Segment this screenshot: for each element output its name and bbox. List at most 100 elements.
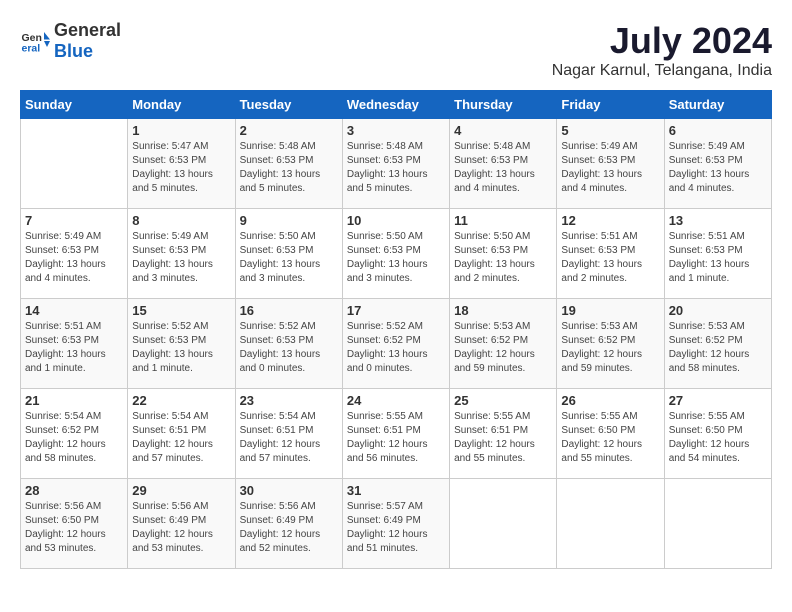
day-number: 9 <box>240 213 338 228</box>
calendar-week-row: 14Sunrise: 5:51 AM Sunset: 6:53 PM Dayli… <box>21 299 772 389</box>
day-number: 19 <box>561 303 659 318</box>
day-number: 17 <box>347 303 445 318</box>
day-number: 1 <box>132 123 230 138</box>
day-info: Sunrise: 5:48 AM Sunset: 6:53 PM Dayligh… <box>347 140 445 196</box>
svg-text:eral: eral <box>22 43 41 55</box>
day-info: Sunrise: 5:49 AM Sunset: 6:53 PM Dayligh… <box>561 140 659 196</box>
day-number: 26 <box>561 393 659 408</box>
day-number: 22 <box>132 393 230 408</box>
location-title: Nagar Karnul, Telangana, India <box>552 62 772 80</box>
day-number: 20 <box>669 303 767 318</box>
day-info: Sunrise: 5:50 AM Sunset: 6:53 PM Dayligh… <box>454 230 552 286</box>
calendar-cell <box>450 479 557 569</box>
logo-text: General Blue <box>54 20 121 62</box>
month-title: July 2024 <box>552 20 772 62</box>
day-number: 18 <box>454 303 552 318</box>
calendar-cell: 13Sunrise: 5:51 AM Sunset: 6:53 PM Dayli… <box>664 209 771 299</box>
day-info: Sunrise: 5:52 AM Sunset: 6:52 PM Dayligh… <box>347 320 445 376</box>
day-info: Sunrise: 5:54 AM Sunset: 6:51 PM Dayligh… <box>240 410 338 466</box>
day-info: Sunrise: 5:48 AM Sunset: 6:53 PM Dayligh… <box>240 140 338 196</box>
day-info: Sunrise: 5:47 AM Sunset: 6:53 PM Dayligh… <box>132 140 230 196</box>
calendar-cell: 30 Sunrise: 5:56 AM Sunset: 6:49 PM Dayli… <box>235 479 342 569</box>
calendar-cell: 14Sunrise: 5:51 AM Sunset: 6:53 PM Dayli… <box>21 299 128 389</box>
calendar-cell: 26Sunrise: 5:55 AM Sunset: 6:50 PM Dayli… <box>557 389 664 479</box>
day-number: 11 <box>454 213 552 228</box>
day-info: Sunrise: 5:53 AM Sunset: 6:52 PM Dayligh… <box>669 320 767 376</box>
weekday-header-monday: Monday <box>128 91 235 119</box>
calendar-cell <box>664 479 771 569</box>
day-number: 25 <box>454 393 552 408</box>
calendar-cell: 8 Sunrise: 5:49 AM Sunset: 6:53 PM Daylig… <box>128 209 235 299</box>
day-number: 3 <box>347 123 445 138</box>
day-info: Sunrise: 5:55 AM Sunset: 6:51 PM Dayligh… <box>347 410 445 466</box>
day-number: 27 <box>669 393 767 408</box>
day-number: 15 <box>132 303 230 318</box>
calendar-cell: 19 Sunrise: 5:53 AM Sunset: 6:52 PM Dayli… <box>557 299 664 389</box>
calendar-table: SundayMondayTuesdayWednesdayThursdayFrid… <box>20 90 772 569</box>
day-info: Sunrise: 5:52 AM Sunset: 6:53 PM Dayligh… <box>240 320 338 376</box>
day-info: Sunrise: 5:56 AM Sunset: 6:49 PM Dayligh… <box>240 500 338 556</box>
weekday-header-thursday: Thursday <box>450 91 557 119</box>
day-number: 23 <box>240 393 338 408</box>
calendar-week-row: 7Sunrise: 5:49 AM Sunset: 6:53 PM Daylig… <box>21 209 772 299</box>
logo-icon: Gen eral <box>20 26 50 56</box>
day-info: Sunrise: 5:51 AM Sunset: 6:53 PM Dayligh… <box>669 230 767 286</box>
day-number: 5 <box>561 123 659 138</box>
calendar-cell: 5 Sunrise: 5:49 AM Sunset: 6:53 PM Daylig… <box>557 119 664 209</box>
day-number: 31 <box>347 483 445 498</box>
calendar-cell: 1 Sunrise: 5:47 AM Sunset: 6:53 PM Daylig… <box>128 119 235 209</box>
day-info: Sunrise: 5:49 AM Sunset: 6:53 PM Dayligh… <box>132 230 230 286</box>
title-area: July 2024 Nagar Karnul, Telangana, India <box>552 20 772 80</box>
calendar-week-row: 28 Sunrise: 5:56 AM Sunset: 6:50 PM Dayli… <box>21 479 772 569</box>
day-number: 16 <box>240 303 338 318</box>
day-info: Sunrise: 5:54 AM Sunset: 6:52 PM Dayligh… <box>25 410 123 466</box>
day-info: Sunrise: 5:50 AM Sunset: 6:53 PM Dayligh… <box>347 230 445 286</box>
calendar-cell: 17 Sunrise: 5:52 AM Sunset: 6:52 PM Dayli… <box>342 299 449 389</box>
day-number: 12 <box>561 213 659 228</box>
day-number: 8 <box>132 213 230 228</box>
calendar-cell: 18 Sunrise: 5:53 AM Sunset: 6:52 PM Dayli… <box>450 299 557 389</box>
day-info: Sunrise: 5:50 AM Sunset: 6:53 PM Dayligh… <box>240 230 338 286</box>
calendar-week-row: 1 Sunrise: 5:47 AM Sunset: 6:53 PM Daylig… <box>21 119 772 209</box>
weekday-header-saturday: Saturday <box>664 91 771 119</box>
calendar-cell: 4Sunrise: 5:48 AM Sunset: 6:53 PM Daylig… <box>450 119 557 209</box>
logo: Gen eral General Blue <box>20 20 121 62</box>
day-number: 29 <box>132 483 230 498</box>
calendar-cell: 31 Sunrise: 5:57 AM Sunset: 6:49 PM Dayli… <box>342 479 449 569</box>
day-number: 24 <box>347 393 445 408</box>
day-info: Sunrise: 5:53 AM Sunset: 6:52 PM Dayligh… <box>561 320 659 376</box>
day-info: Sunrise: 5:56 AM Sunset: 6:50 PM Dayligh… <box>25 500 123 556</box>
calendar-cell: 27 Sunrise: 5:55 AM Sunset: 6:50 PM Dayli… <box>664 389 771 479</box>
logo-blue: Blue <box>54 41 93 61</box>
day-info: Sunrise: 5:56 AM Sunset: 6:49 PM Dayligh… <box>132 500 230 556</box>
weekday-header-row: SundayMondayTuesdayWednesdayThursdayFrid… <box>21 91 772 119</box>
calendar-cell: 16 Sunrise: 5:52 AM Sunset: 6:53 PM Dayli… <box>235 299 342 389</box>
weekday-header-wednesday: Wednesday <box>342 91 449 119</box>
calendar-cell: 12Sunrise: 5:51 AM Sunset: 6:53 PM Dayli… <box>557 209 664 299</box>
page-header: Gen eral General Blue July 2024 Nagar Ka… <box>20 20 772 80</box>
calendar-cell: 10 Sunrise: 5:50 AM Sunset: 6:53 PM Dayli… <box>342 209 449 299</box>
day-info: Sunrise: 5:49 AM Sunset: 6:53 PM Dayligh… <box>669 140 767 196</box>
calendar-cell: 23 Sunrise: 5:54 AM Sunset: 6:51 PM Dayli… <box>235 389 342 479</box>
day-number: 30 <box>240 483 338 498</box>
day-info: Sunrise: 5:57 AM Sunset: 6:49 PM Dayligh… <box>347 500 445 556</box>
weekday-header-sunday: Sunday <box>21 91 128 119</box>
day-number: 28 <box>25 483 123 498</box>
day-number: 21 <box>25 393 123 408</box>
day-number: 6 <box>669 123 767 138</box>
day-info: Sunrise: 5:53 AM Sunset: 6:52 PM Dayligh… <box>454 320 552 376</box>
day-number: 10 <box>347 213 445 228</box>
day-number: 14 <box>25 303 123 318</box>
day-info: Sunrise: 5:55 AM Sunset: 6:50 PM Dayligh… <box>669 410 767 466</box>
calendar-cell: 25 Sunrise: 5:55 AM Sunset: 6:51 PM Dayli… <box>450 389 557 479</box>
day-info: Sunrise: 5:48 AM Sunset: 6:53 PM Dayligh… <box>454 140 552 196</box>
calendar-cell: 15Sunrise: 5:52 AM Sunset: 6:53 PM Dayli… <box>128 299 235 389</box>
calendar-cell: 22Sunrise: 5:54 AM Sunset: 6:51 PM Dayli… <box>128 389 235 479</box>
calendar-cell: 7Sunrise: 5:49 AM Sunset: 6:53 PM Daylig… <box>21 209 128 299</box>
calendar-cell: 20 Sunrise: 5:53 AM Sunset: 6:52 PM Dayli… <box>664 299 771 389</box>
calendar-cell: 28 Sunrise: 5:56 AM Sunset: 6:50 PM Dayli… <box>21 479 128 569</box>
calendar-week-row: 21 Sunrise: 5:54 AM Sunset: 6:52 PM Dayli… <box>21 389 772 479</box>
calendar-cell: 21 Sunrise: 5:54 AM Sunset: 6:52 PM Dayli… <box>21 389 128 479</box>
calendar-cell: 9 Sunrise: 5:50 AM Sunset: 6:53 PM Daylig… <box>235 209 342 299</box>
day-info: Sunrise: 5:55 AM Sunset: 6:51 PM Dayligh… <box>454 410 552 466</box>
